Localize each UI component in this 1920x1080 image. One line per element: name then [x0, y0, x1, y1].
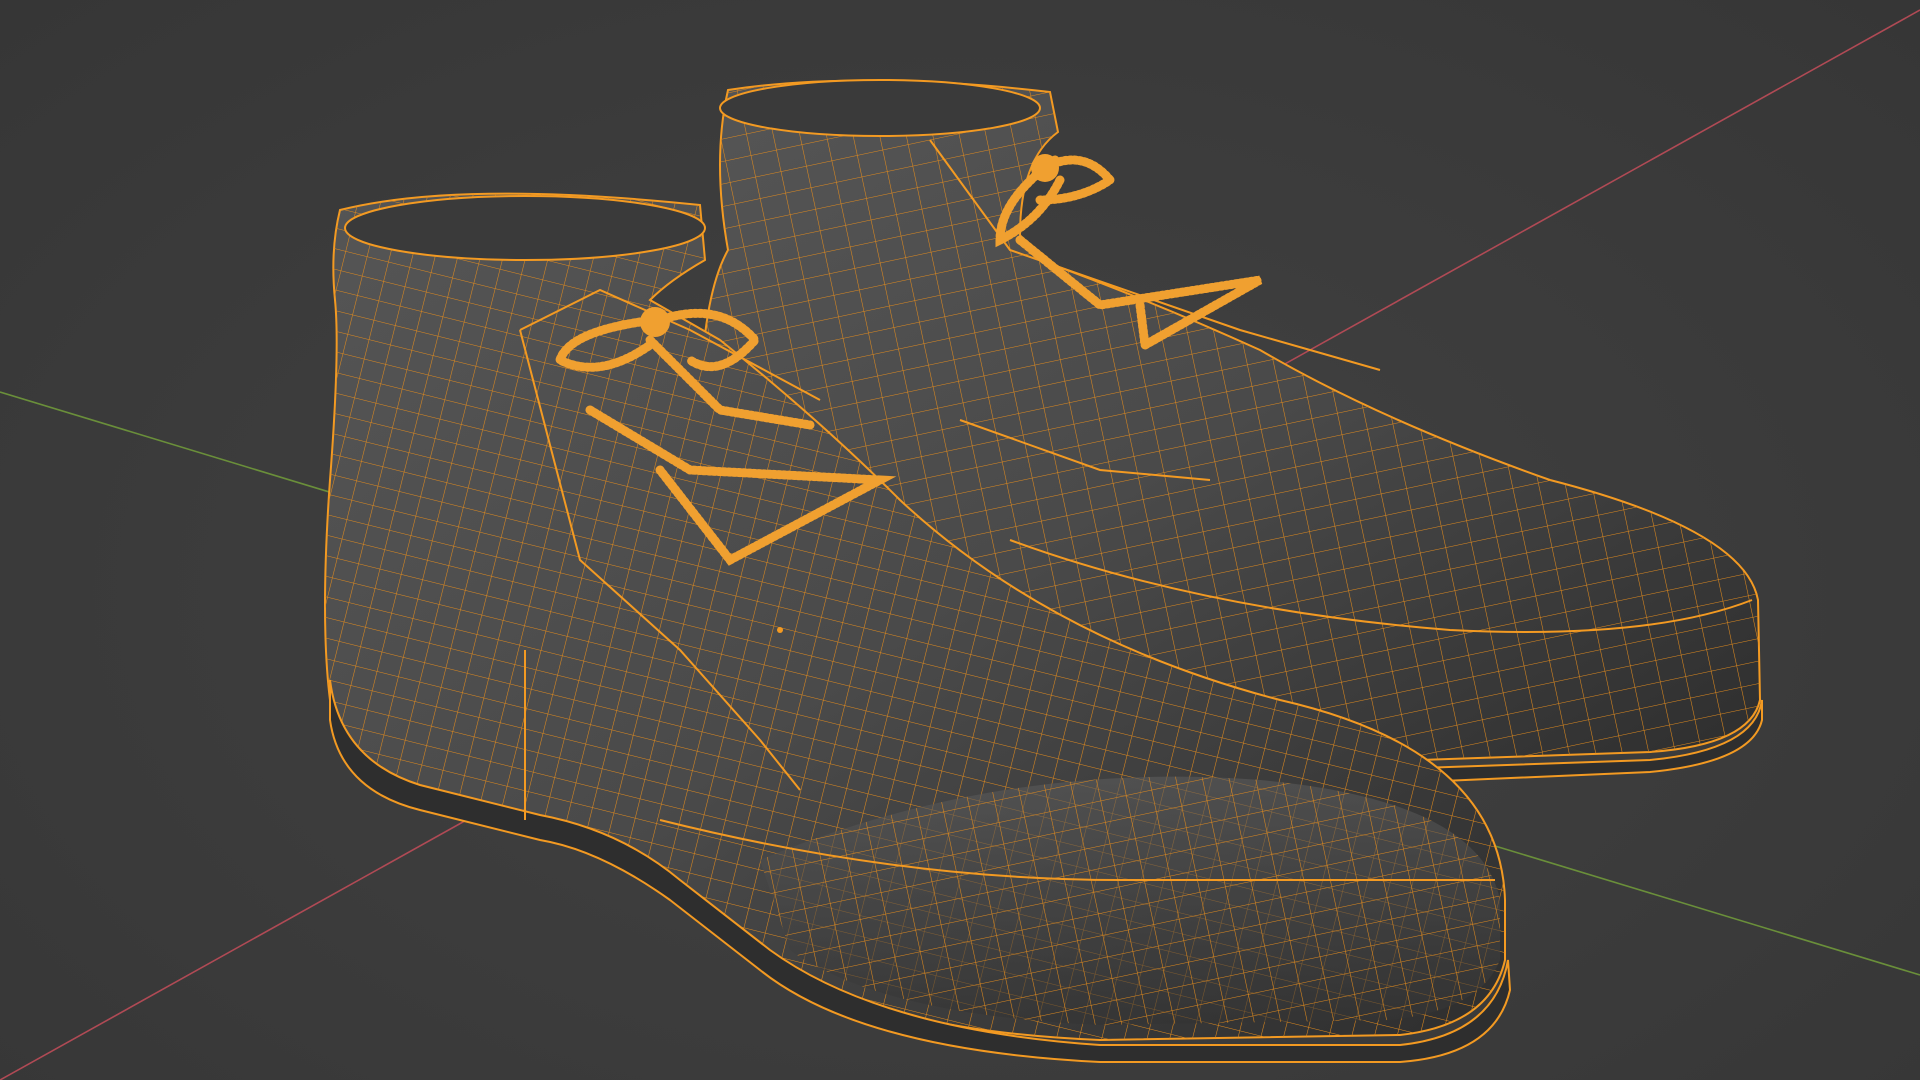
- shoe-left-lace-knot: [640, 307, 670, 337]
- 3d-cursor-icon[interactable]: [777, 627, 783, 633]
- shoe-left-collar: [344, 195, 706, 261]
- viewport-canvas[interactable]: [0, 0, 1920, 1080]
- 3d-viewport[interactable]: [0, 0, 1920, 1080]
- shoe-right-lace-knot: [1031, 154, 1059, 182]
- shoe-right-collar: [719, 79, 1041, 137]
